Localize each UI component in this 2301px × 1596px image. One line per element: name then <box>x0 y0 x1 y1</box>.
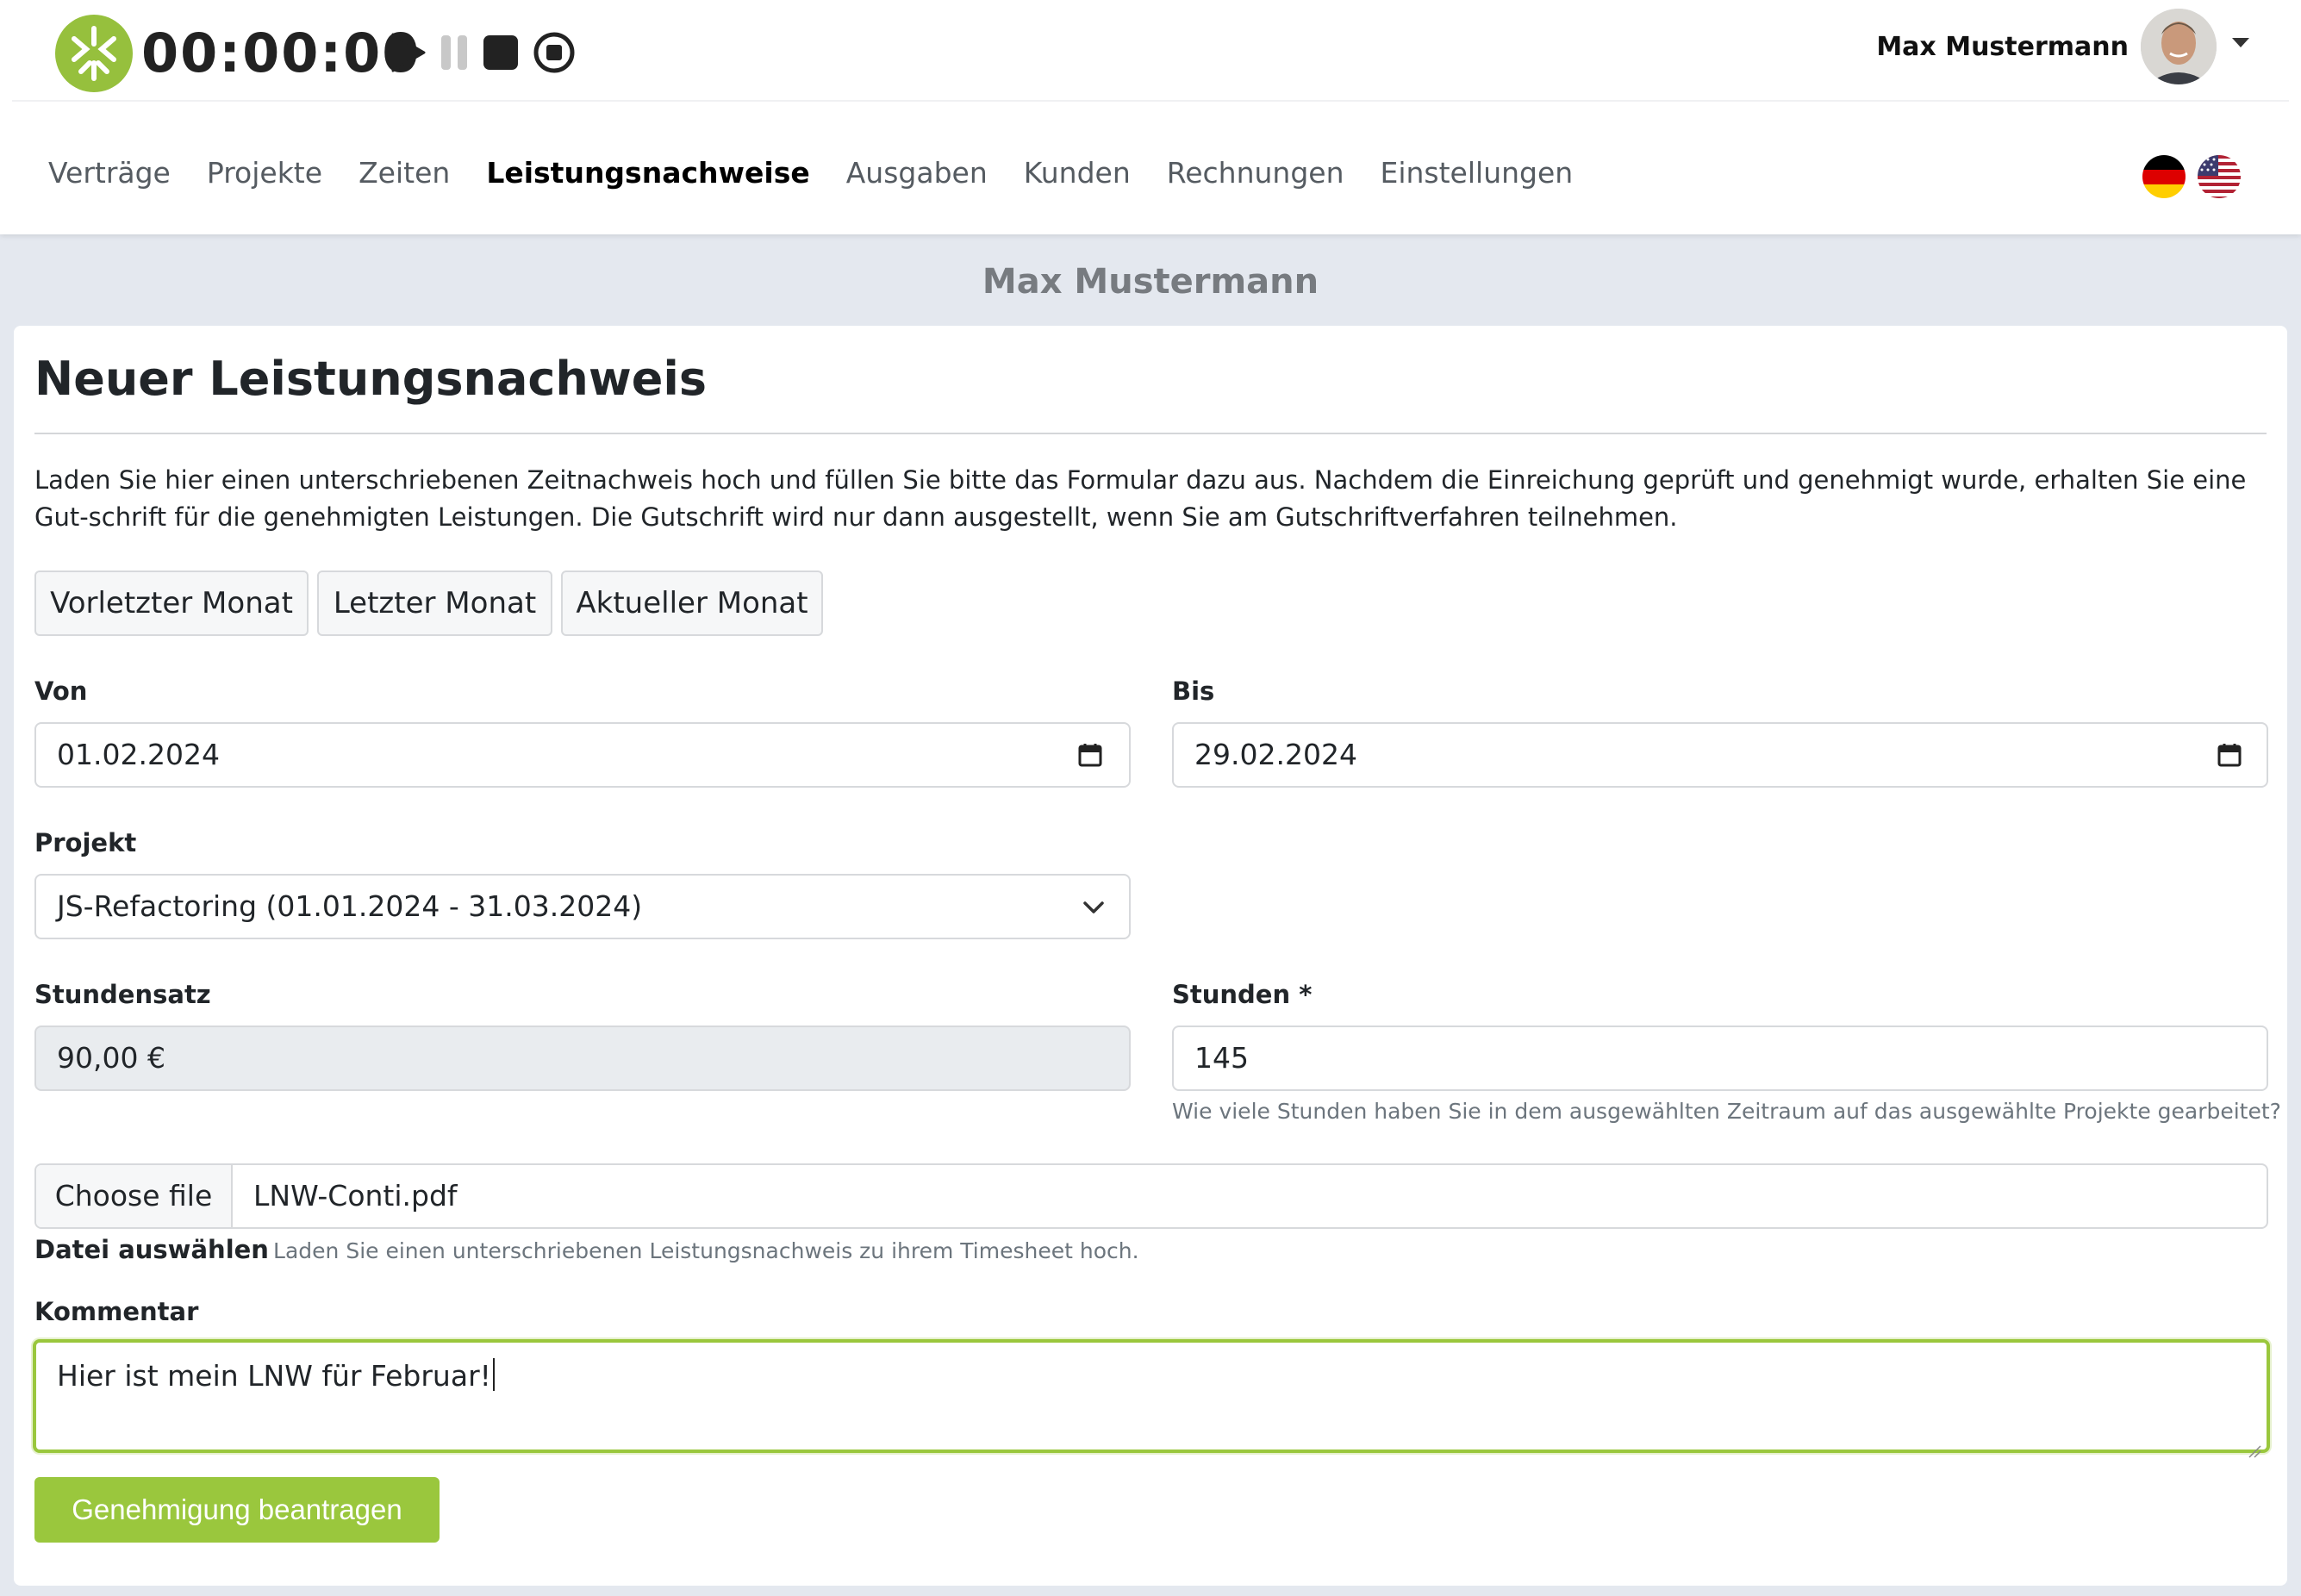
letzter-monat-button[interactable]: Letzter Monat <box>317 570 552 636</box>
intro-text: Laden Sie hier einen unterschriebenen Ze… <box>34 465 2247 532</box>
avatar[interactable] <box>2141 9 2217 84</box>
bis-date-input[interactable]: 29.02.2024 <box>1172 722 2268 788</box>
file-label: Datei auswählen <box>34 1235 269 1264</box>
text-cursor <box>492 1358 495 1391</box>
projekt-selected-value: JS-Refactoring (01.01.2024 - 31.03.2024) <box>57 889 643 923</box>
account-owner-heading: Max Mustermann <box>982 262 1319 302</box>
main-nav: Verträge Projekte Zeiten Leistungsnachwe… <box>48 152 1609 195</box>
choose-file-button[interactable]: Choose file <box>36 1165 233 1227</box>
us-flag-icon[interactable] <box>2198 155 2241 198</box>
record-stop-icon[interactable] <box>533 31 576 74</box>
file-help-text: Laden Sie einen unterschriebenen Leistun… <box>273 1238 1139 1263</box>
pause-icon[interactable] <box>433 31 476 74</box>
timer-display: 00:00:00 <box>141 22 421 84</box>
calendar-icon[interactable] <box>2217 742 2242 768</box>
vorletzter-monat-button[interactable]: Vorletzter Monat <box>34 570 309 636</box>
kommentar-value: Hier ist mein LNW für Februar! <box>57 1359 491 1393</box>
stunden-help-text: Wie viele Stunden haben Sie in dem ausge… <box>1172 1099 2281 1124</box>
file-help: Datei auswählen Laden Sie einen untersch… <box>34 1234 1139 1269</box>
kommentar-label: Kommentar <box>34 1297 199 1326</box>
nav-item-leistungsnachweise[interactable]: Leistungsnachweise <box>486 152 809 195</box>
von-date-input[interactable]: 01.02.2024 <box>34 722 1131 788</box>
nav-item-projekte[interactable]: Projekte <box>207 152 322 195</box>
bis-label: Bis <box>1172 676 1215 706</box>
projekt-select[interactable]: JS-Refactoring (01.01.2024 - 31.03.2024) <box>34 874 1131 939</box>
projekt-label: Projekt <box>34 828 137 857</box>
von-date-value: 01.02.2024 <box>57 738 220 771</box>
file-upload-field[interactable]: Choose file LNW-Conti.pdf <box>34 1163 2268 1229</box>
page-title: Neuer Leistungsnachweis <box>34 352 707 406</box>
divider <box>12 100 2289 102</box>
stunden-value: 145 <box>1194 1041 1249 1075</box>
nav-item-vertraege[interactable]: Verträge <box>48 152 171 195</box>
user-menu-chevron-down-icon[interactable] <box>2232 38 2249 47</box>
nav-item-rechnungen[interactable]: Rechnungen <box>1167 152 1344 195</box>
chevron-down-icon[interactable] <box>1081 895 1107 920</box>
stundensatz-value: 90,00 € <box>57 1041 165 1075</box>
play-icon[interactable] <box>386 31 429 74</box>
stundensatz-label: Stundensatz <box>34 980 211 1009</box>
app-logo-icon[interactable] <box>55 15 133 92</box>
stunden-input[interactable]: 145 <box>1172 1026 2268 1091</box>
bis-date-value: 29.02.2024 <box>1194 738 1357 771</box>
top-bar: 00:00:00 Max Mustermann Verträge Projekt… <box>0 0 2301 234</box>
kommentar-textarea[interactable]: Hier ist mein LNW für Februar! <box>33 1339 2270 1458</box>
nav-item-einstellungen[interactable]: Einstellungen <box>1380 152 1573 195</box>
stunden-label: Stunden * <box>1172 980 1313 1009</box>
von-label: Von <box>34 676 88 706</box>
divider <box>34 433 2267 434</box>
german-flag-icon[interactable] <box>2142 155 2186 198</box>
stundensatz-field: 90,00 € <box>34 1026 1131 1091</box>
genehmigung-beantragen-button[interactable]: Genehmigung beantragen <box>34 1477 440 1543</box>
selected-file-name: LNW-Conti.pdf <box>253 1179 458 1213</box>
nav-item-ausgaben[interactable]: Ausgaben <box>846 152 988 195</box>
calendar-icon[interactable] <box>1077 742 1103 768</box>
nav-item-kunden[interactable]: Kunden <box>1024 152 1131 195</box>
user-name[interactable]: Max Mustermann <box>1876 28 2129 66</box>
stop-icon[interactable] <box>479 31 522 74</box>
nav-item-zeiten[interactable]: Zeiten <box>359 152 450 195</box>
aktueller-monat-button[interactable]: Aktueller Monat <box>561 570 823 636</box>
resize-handle-icon[interactable] <box>2248 1431 2261 1458</box>
